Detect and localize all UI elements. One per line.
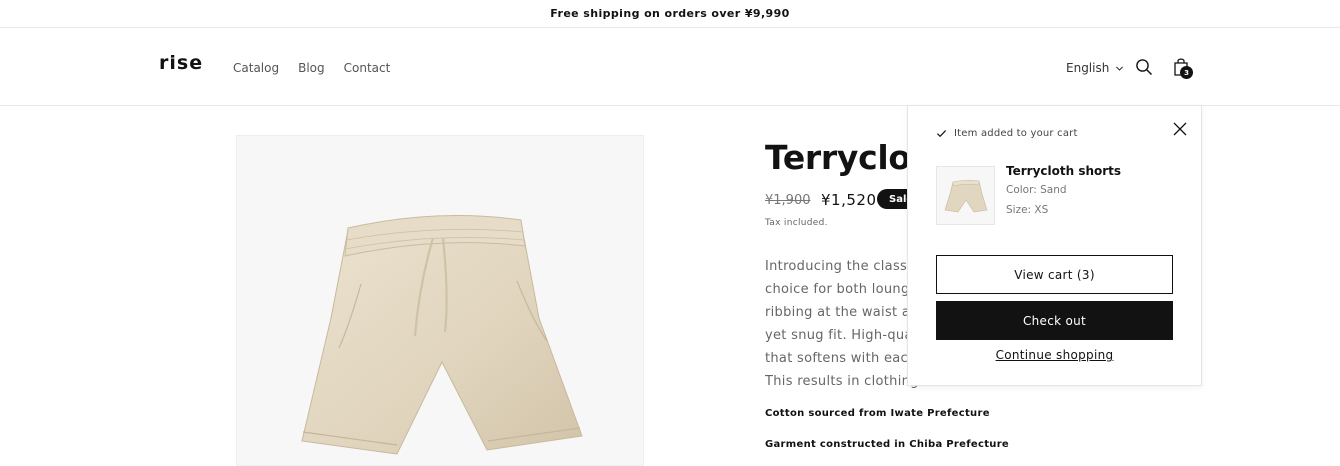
shorts-thumbnail bbox=[944, 179, 987, 212]
regular-price: ¥1,900 bbox=[765, 193, 811, 208]
sale-price: ¥1,520 bbox=[821, 191, 877, 209]
language-selector[interactable]: English bbox=[1066, 61, 1124, 75]
check-icon bbox=[936, 130, 947, 138]
cart-item-name: Terrycloth shorts bbox=[1006, 164, 1122, 178]
cart-item-color: Color: Sand bbox=[1006, 184, 1067, 196]
main-nav: Catalog Blog Contact bbox=[233, 61, 409, 75]
close-icon[interactable] bbox=[1172, 121, 1188, 137]
product-fact: Cotton sourced from Iwate Prefecture bbox=[765, 408, 990, 419]
search-icon[interactable] bbox=[1135, 58, 1153, 76]
chevron-down-icon bbox=[1116, 65, 1124, 71]
added-message: Item added to your cart bbox=[936, 128, 1078, 139]
product-image[interactable] bbox=[236, 135, 644, 466]
shorts-image bbox=[301, 215, 583, 455]
site-header: rise Catalog Blog Contact English 3 bbox=[0, 28, 1340, 106]
nav-link-blog[interactable]: Blog bbox=[298, 61, 325, 75]
cart-notification: Item added to your cart Terrycloth short… bbox=[907, 105, 1202, 386]
product-fact: Garment constructed in Chiba Prefecture bbox=[765, 439, 1010, 450]
nav-link-catalog[interactable]: Catalog bbox=[233, 61, 279, 75]
cart-item-thumbnail bbox=[936, 166, 995, 225]
continue-shopping-link[interactable]: Continue shopping bbox=[908, 348, 1201, 362]
view-cart-button[interactable]: View cart (3) bbox=[936, 255, 1173, 294]
nav-link-contact[interactable]: Contact bbox=[344, 61, 391, 75]
announcement-text: Free shipping on orders over ¥9,990 bbox=[550, 7, 790, 20]
tax-note: Tax included. bbox=[765, 218, 828, 228]
logo[interactable]: rise bbox=[159, 52, 203, 74]
cart-item-size: Size: XS bbox=[1006, 204, 1049, 216]
language-label: English bbox=[1066, 61, 1110, 75]
cart-count-badge: 3 bbox=[1180, 66, 1193, 79]
added-message-text: Item added to your cart bbox=[954, 128, 1078, 139]
checkout-button[interactable]: Check out bbox=[936, 301, 1173, 340]
announcement-bar: Free shipping on orders over ¥9,990 bbox=[0, 0, 1340, 28]
